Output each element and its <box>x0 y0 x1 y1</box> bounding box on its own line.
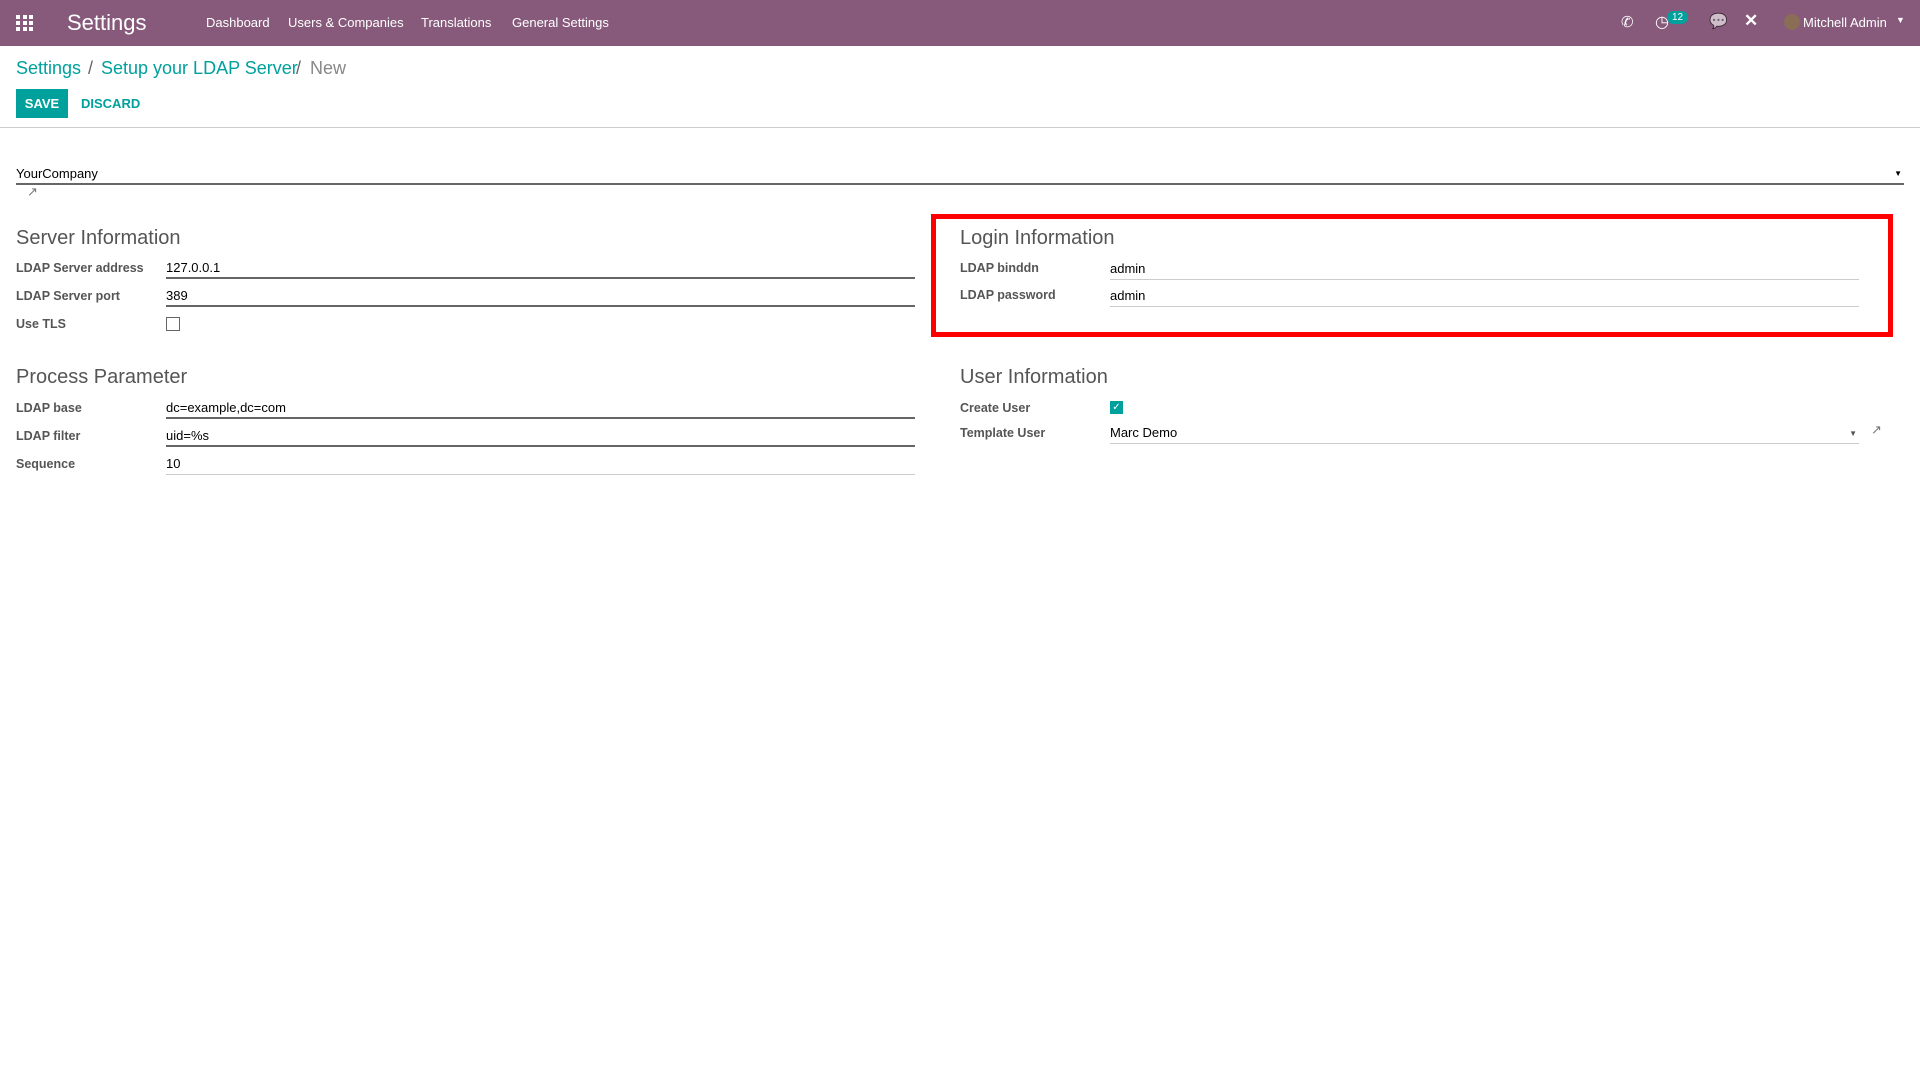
process-heading: Process Parameter <box>16 366 188 388</box>
ldap-filter-label: LDAP filter <box>16 429 81 443</box>
user-menu[interactable]: Mitchell Admin <box>1803 15 1887 30</box>
apps-menu-icon[interactable] <box>16 15 33 31</box>
user-caret-icon[interactable]: ▼ <box>1896 15 1905 25</box>
use-tls-checkbox[interactable] <box>166 317 180 331</box>
server-info-heading: Server Information <box>16 227 181 249</box>
breadcrumb-separator: / <box>296 58 302 78</box>
chevron-down-icon: ▼ <box>1894 169 1902 178</box>
debug-tools-icon[interactable]: ✕ <box>1744 11 1758 31</box>
password-label: LDAP password <box>960 288 1056 302</box>
sequence-input[interactable]: 10 <box>166 453 915 475</box>
menu-translations[interactable]: Translations <box>421 15 491 30</box>
template-user-value: Marc Demo <box>1110 425 1178 440</box>
breadcrumb-separator: / <box>88 58 94 78</box>
ldap-base-label: LDAP base <box>16 401 82 415</box>
menu-general-settings[interactable]: General Settings <box>512 15 609 30</box>
server-address-label: LDAP Server address <box>16 261 144 275</box>
user-info-heading: User Information <box>960 366 1108 388</box>
company-select[interactable]: YourCompany ▼ <box>16 163 1904 185</box>
activity-count-badge: 12 <box>1667 11 1689 24</box>
avatar[interactable] <box>1784 14 1800 30</box>
ldap-base-input[interactable]: dc=example,dc=com <box>166 397 915 419</box>
company-value: YourCompany <box>16 166 98 181</box>
create-user-label: Create User <box>960 401 1031 415</box>
breadcrumb-settings[interactable]: Settings <box>16 58 81 79</box>
binddn-input[interactable]: admin <box>1110 258 1859 280</box>
create-user-checkbox[interactable]: ✓ <box>1110 401 1123 414</box>
binddn-label: LDAP binddn <box>960 261 1039 275</box>
breadcrumb-current: New <box>310 58 347 78</box>
top-navbar: Settings Dashboard Users & Companies Tra… <box>0 0 1920 46</box>
phone-icon[interactable]: ✆ <box>1621 13 1634 31</box>
app-title[interactable]: Settings <box>67 10 147 36</box>
login-info-heading: Login Information <box>960 227 1115 249</box>
password-input[interactable]: admin <box>1110 285 1859 307</box>
server-address-input[interactable]: 127.0.0.1 <box>166 257 915 279</box>
chevron-down-icon: ▼ <box>1849 429 1857 438</box>
ldap-filter-input[interactable]: uid=%s <box>166 425 915 447</box>
template-user-select[interactable]: Marc Demo ▼ <box>1110 422 1859 444</box>
server-port-label: LDAP Server port <box>16 289 120 303</box>
server-port-input[interactable]: 389 <box>166 285 915 307</box>
menu-dashboard[interactable]: Dashboard <box>206 15 270 30</box>
chat-icon[interactable]: 💬 <box>1709 12 1728 30</box>
menu-users-companies[interactable]: Users & Companies <box>288 15 404 30</box>
sequence-label: Sequence <box>16 457 76 471</box>
breadcrumb-ldap[interactable]: Setup your LDAP Server <box>101 58 298 79</box>
save-button[interactable]: SAVE <box>16 89 68 118</box>
use-tls-label: Use TLS <box>16 317 67 331</box>
template-user-label: Template User <box>960 426 1046 440</box>
divider <box>0 127 1920 128</box>
discard-button[interactable]: DISCARD <box>81 89 140 118</box>
external-link-icon[interactable]: ↗ <box>1871 422 1882 438</box>
external-link-icon[interactable]: ↗ <box>27 184 38 200</box>
